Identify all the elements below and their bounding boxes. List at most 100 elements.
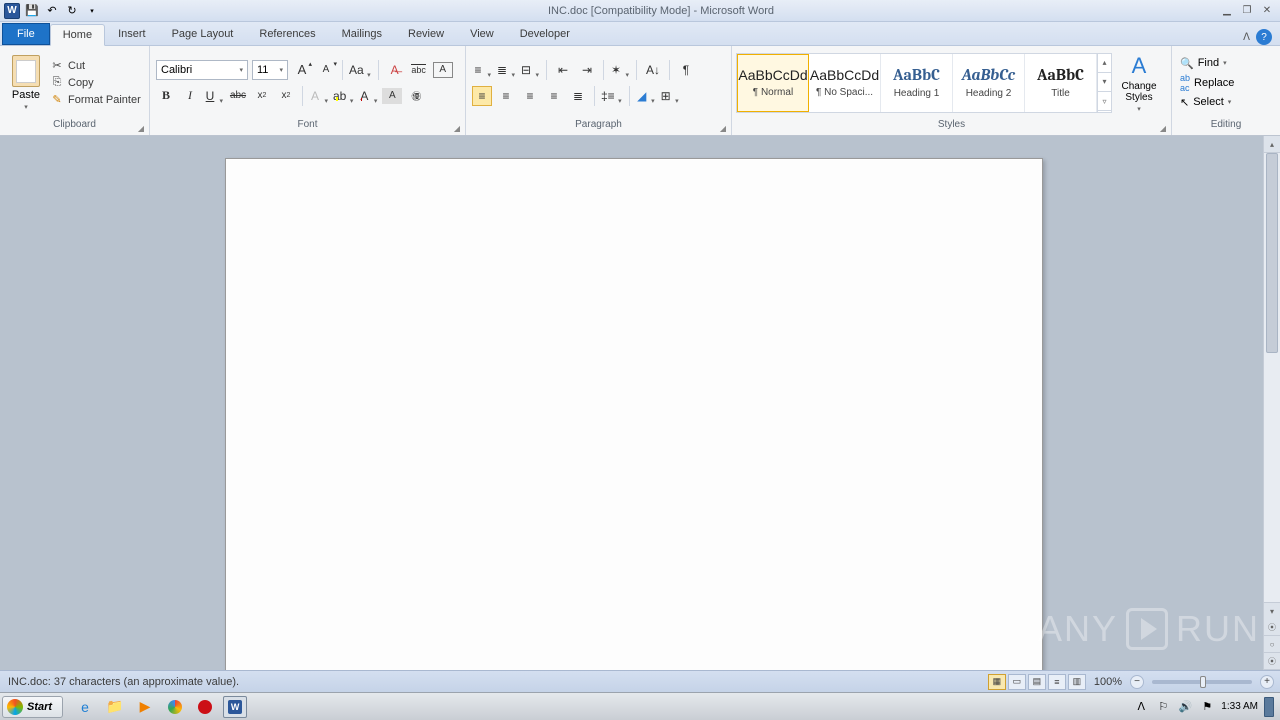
justify-button[interactable]: ≡ — [544, 86, 564, 106]
tray-clock[interactable]: 1:33 AM — [1221, 701, 1258, 712]
tray-flag-icon[interactable]: ⚑ — [1199, 699, 1215, 715]
grow-font-button[interactable]: A▴ — [292, 60, 312, 80]
style-heading-1[interactable]: AaBbCHeading 1 — [881, 54, 953, 112]
clear-formatting-button[interactable]: A̶ — [385, 60, 405, 80]
align-center-button[interactable]: ≡ — [496, 86, 516, 106]
tab-file[interactable]: File — [2, 23, 50, 45]
undo-icon[interactable]: ↶ — [44, 3, 60, 19]
asian-layout-button[interactable]: ✶ — [610, 60, 630, 80]
subscript-button[interactable]: x2 — [252, 86, 272, 106]
find-button[interactable]: 🔍Find ▾ — [1180, 57, 1227, 70]
help-icon[interactable]: ? — [1256, 29, 1272, 45]
close-button[interactable]: ✕ — [1258, 4, 1276, 18]
change-styles-button[interactable]: A Change Styles ▾ — [1116, 53, 1162, 113]
font-color-button[interactable]: A — [358, 86, 378, 106]
clipboard-launcher[interactable]: ◢ — [135, 122, 147, 134]
font-launcher[interactable]: ◢ — [451, 122, 463, 134]
styles-scroll-down[interactable]: ▾ — [1098, 73, 1111, 92]
decrease-indent-button[interactable]: ⇤ — [553, 60, 573, 80]
borders-button[interactable]: ⊞ — [660, 86, 680, 106]
paste-button[interactable]: Paste ▾ — [6, 55, 46, 111]
line-spacing-button[interactable]: ‡≡ — [601, 86, 623, 106]
ie-icon[interactable]: e — [73, 696, 97, 718]
zoom-out-button[interactable]: − — [1130, 675, 1144, 689]
view-web-layout[interactable]: ▤ — [1028, 674, 1046, 690]
styles-scroll-up[interactable]: ▴ — [1098, 54, 1111, 73]
text-effects-button[interactable]: A — [309, 86, 329, 106]
strikethrough-button[interactable]: abc — [228, 86, 248, 106]
font-size-selector[interactable]: 11▾ — [252, 60, 288, 80]
cut-button[interactable]: ✂Cut — [50, 59, 141, 73]
word-app-icon[interactable]: W — [4, 3, 20, 19]
select-button[interactable]: ↖Select ▾ — [1180, 96, 1231, 109]
word-taskbar-icon[interactable]: W — [223, 696, 247, 718]
redo-icon[interactable]: ↻ — [64, 3, 80, 19]
restore-button[interactable]: ❐ — [1238, 4, 1256, 18]
numbering-button[interactable]: ≣ — [496, 60, 516, 80]
tab-insert[interactable]: Insert — [105, 23, 159, 45]
tab-mailings[interactable]: Mailings — [329, 23, 395, 45]
browse-object-button[interactable]: ○ — [1264, 636, 1280, 653]
scroll-down-button[interactable]: ▾ — [1264, 602, 1280, 619]
underline-button[interactable]: U — [204, 86, 224, 106]
bullets-button[interactable]: ≡ — [472, 60, 492, 80]
chrome-icon[interactable] — [163, 696, 187, 718]
enclose-characters-button[interactable]: ㊝ — [406, 86, 426, 106]
opera-icon[interactable] — [193, 696, 217, 718]
tab-home[interactable]: Home — [50, 24, 105, 46]
character-border-button[interactable]: A — [433, 62, 453, 78]
prev-page-button[interactable]: ⦿ — [1264, 619, 1280, 636]
style-no-spacing[interactable]: AaBbCcDd¶ No Spaci... — [809, 54, 881, 112]
zoom-in-button[interactable]: + — [1260, 675, 1274, 689]
minimize-button[interactable]: ▁ — [1218, 4, 1236, 18]
character-shading-button[interactable]: A — [382, 88, 402, 104]
tab-references[interactable]: References — [246, 23, 328, 45]
vertical-scrollbar[interactable]: ▴ ▾ ⦿ ○ ⦿ — [1263, 136, 1280, 670]
distributed-button[interactable]: ≣ — [568, 86, 588, 106]
sort-button[interactable]: A↓ — [643, 60, 663, 80]
bold-button[interactable]: B — [156, 86, 176, 106]
tray-expand-icon[interactable]: ᐱ — [1133, 699, 1149, 715]
paragraph-launcher[interactable]: ◢ — [717, 122, 729, 134]
start-button[interactable]: Start — [2, 696, 63, 718]
style-normal[interactable]: AaBbCcDd¶ Normal — [737, 54, 809, 112]
styles-expand[interactable]: ▿ — [1098, 92, 1111, 111]
increase-indent-button[interactable]: ⇥ — [577, 60, 597, 80]
view-outline[interactable]: ≡ — [1048, 674, 1066, 690]
tray-volume-icon[interactable]: 🔊 — [1177, 699, 1193, 715]
view-draft[interactable]: ▥ — [1068, 674, 1086, 690]
explorer-icon[interactable]: 📁 — [103, 696, 127, 718]
change-case-button[interactable]: Aa — [349, 60, 372, 80]
multilevel-list-button[interactable]: ⊟ — [520, 60, 540, 80]
zoom-slider-thumb[interactable] — [1200, 676, 1206, 688]
minimize-ribbon-icon[interactable]: ᐱ — [1243, 32, 1250, 43]
style-heading-2[interactable]: AaBbCcHeading 2 — [953, 54, 1025, 112]
view-full-screen[interactable]: ▭ — [1008, 674, 1026, 690]
italic-button[interactable]: I — [180, 86, 200, 106]
styles-launcher[interactable]: ◢ — [1157, 122, 1169, 134]
scroll-thumb[interactable] — [1266, 153, 1278, 353]
tab-developer[interactable]: Developer — [507, 23, 583, 45]
zoom-slider[interactable] — [1152, 680, 1252, 684]
tab-view[interactable]: View — [457, 23, 507, 45]
format-painter-button[interactable]: ✎Format Painter — [50, 93, 141, 107]
media-player-icon[interactable]: ▶ — [133, 696, 157, 718]
copy-button[interactable]: ⎘Copy — [50, 76, 141, 90]
document-page[interactable] — [225, 158, 1043, 670]
highlight-button[interactable]: ab — [333, 86, 354, 106]
tray-action-center-icon[interactable]: ⚐ — [1155, 699, 1171, 715]
tab-review[interactable]: Review — [395, 23, 457, 45]
zoom-percent[interactable]: 100% — [1088, 676, 1128, 688]
superscript-button[interactable]: x2 — [276, 86, 296, 106]
qat-customize-icon[interactable]: ▾ — [84, 3, 100, 19]
tray-show-desktop[interactable] — [1264, 697, 1274, 717]
save-icon[interactable]: 💾 — [24, 3, 40, 19]
status-text[interactable]: INC.doc: 37 characters (an approximate v… — [0, 676, 988, 688]
next-page-button[interactable]: ⦿ — [1264, 653, 1280, 670]
replace-button[interactable]: abacReplace — [1180, 73, 1234, 93]
align-right-button[interactable]: ≡ — [520, 86, 540, 106]
phonetic-guide-button[interactable]: abc — [409, 60, 429, 80]
view-print-layout[interactable]: ▦ — [988, 674, 1006, 690]
show-marks-button[interactable]: ¶ — [676, 60, 696, 80]
shading-button[interactable]: ◢ — [636, 86, 656, 106]
